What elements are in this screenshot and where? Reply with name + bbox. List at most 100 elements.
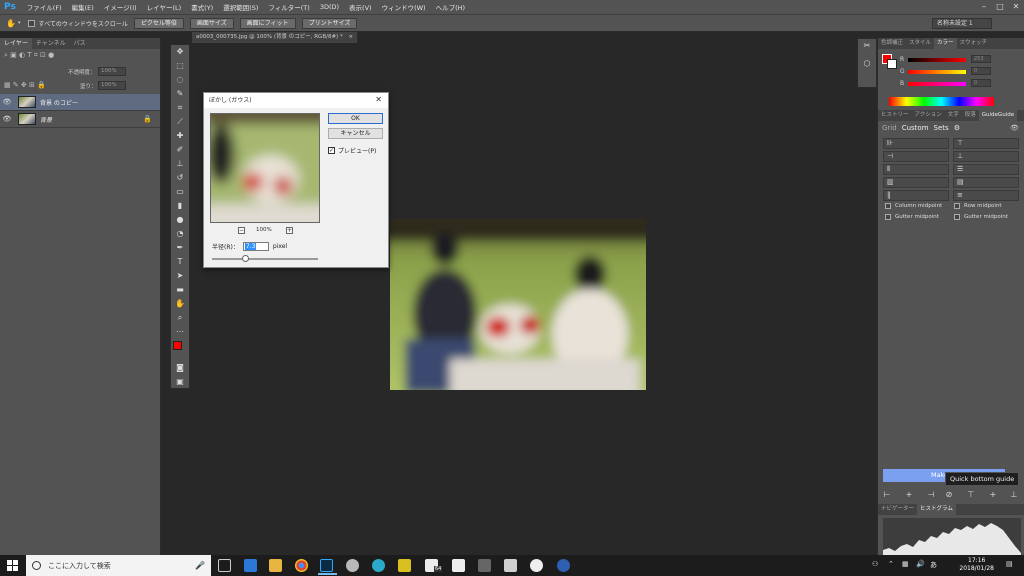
3d-cube-icon[interactable]: ⬡ (858, 57, 876, 71)
tab-navigator[interactable]: ナビゲーター (878, 504, 917, 515)
menu-view[interactable]: 表示(V) (344, 2, 377, 12)
file-explorer-icon[interactable] (269, 559, 282, 572)
app-icon-2[interactable] (372, 559, 385, 572)
tab-channels[interactable]: チャンネル (32, 38, 70, 49)
screen-mode-icon[interactable]: ▣ (171, 375, 189, 389)
system-clock[interactable]: 17:16 2018/01/28 (959, 557, 994, 573)
tab-layers[interactable]: レイヤー (0, 38, 32, 49)
visibility-eye-icon[interactable]: 👁 (0, 98, 14, 106)
quick-mask-icon[interactable]: ◙ (171, 361, 189, 375)
tab-actions[interactable]: アクション (912, 110, 945, 121)
tab-paragraph[interactable]: 段落 (962, 110, 979, 121)
menu-3d[interactable]: 3D(D) (315, 3, 344, 11)
app-icon-3[interactable] (398, 559, 411, 572)
g-value[interactable]: 0 (971, 67, 991, 75)
column-width-field[interactable]: ▥ (883, 177, 949, 188)
color-background-swatch[interactable] (887, 59, 897, 69)
tab-paths[interactable]: パス (70, 38, 90, 49)
quick-bottom-guide-icon[interactable]: ⊥ (1007, 490, 1021, 499)
microphone-icon[interactable]: 🎤 (195, 561, 205, 570)
history-brush-tool-icon[interactable]: ↺ (171, 171, 189, 185)
gradient-tool-icon[interactable]: ▮ (171, 199, 189, 213)
tab-history[interactable]: ヒストリー (878, 110, 912, 121)
tab-styles[interactable]: スタイル (906, 38, 934, 49)
hand-tool-icon[interactable]: ✋ (171, 297, 189, 311)
path-select-tool-icon[interactable]: ➤ (171, 269, 189, 283)
subtab-grid[interactable]: Grid (882, 124, 897, 132)
shape-tool-icon[interactable]: ▬ (171, 283, 189, 297)
row-gutter-field[interactable]: ≡ (953, 190, 1019, 201)
row-midpoint-check[interactable]: Row midpoint (954, 203, 1002, 209)
ok-button[interactable]: OK (328, 113, 383, 124)
blur-preview[interactable] (210, 113, 320, 223)
search-input[interactable]: ここに入力して検索 (48, 561, 195, 571)
photoshop-logo[interactable]: Ps (0, 2, 22, 12)
layer-filter-icons[interactable]: ⌕ ▣ ◐ T ⌗ ⊡ ● (4, 51, 54, 60)
radius-slider-handle[interactable] (241, 255, 249, 262)
quick-center-vertical-guide-icon[interactable]: + (902, 490, 916, 499)
brush-tool-icon[interactable]: ✐ (171, 143, 189, 157)
zoom-out-button[interactable]: − (238, 227, 245, 234)
quick-select-tool-icon[interactable]: ✎ (171, 87, 189, 101)
column-gutter-field[interactable]: ‖ (883, 190, 949, 201)
columns-field[interactable]: ⦀ (883, 164, 949, 175)
tab-color[interactable]: カラー (934, 38, 957, 49)
photos-icon[interactable] (452, 559, 465, 572)
quick-center-horizontal-guide-icon[interactable]: + (986, 490, 1000, 499)
quick-right-guide-icon[interactable]: ⊣ (924, 490, 938, 499)
lasso-tool-icon[interactable]: ◌ (171, 73, 189, 87)
people-icon[interactable]: ⚇ (872, 560, 878, 568)
r-slider[interactable] (908, 58, 966, 62)
tab-adjustments[interactable]: 色調補正 (878, 38, 906, 49)
healing-tool-icon[interactable]: ✚ (171, 129, 189, 143)
photoshop-taskbar-icon[interactable] (318, 559, 337, 575)
tab-character[interactable]: 文字 (945, 110, 962, 121)
preview-checkbox-row[interactable]: ✓ プレビュー(P) (328, 146, 376, 155)
workspace-select[interactable]: 名称未設定 1 (932, 18, 992, 29)
app-icon-7[interactable] (557, 559, 570, 572)
layer-row-background[interactable]: 👁 背景 🔒 (0, 111, 160, 128)
menu-edit[interactable]: 編集(E) (67, 2, 99, 12)
visibility-eye-icon[interactable]: 👁 (0, 115, 14, 123)
gutter-midpoint-check-1[interactable]: Gutter midpoint (885, 214, 939, 220)
zoom-tool-icon[interactable]: ⌕ (171, 311, 189, 325)
preview-checkbox[interactable]: ✓ (328, 147, 335, 154)
notification-icon[interactable]: ▤ (1006, 560, 1013, 568)
rows-field[interactable]: ☰ (953, 164, 1019, 175)
ime-indicator[interactable]: あ (930, 560, 937, 570)
crop-tool-icon[interactable]: ⌗ (171, 101, 189, 115)
canvas-image[interactable] (390, 219, 646, 390)
quick-top-guide-icon[interactable]: ⊤ (964, 490, 978, 499)
bottom-margin-field[interactable]: ⊥ (953, 151, 1019, 162)
dodge-tool-icon[interactable]: ◔ (171, 227, 189, 241)
fit-screen-button[interactable]: 画面サイズ (189, 17, 234, 29)
scroll-all-checkbox[interactable] (28, 19, 36, 27)
radius-input[interactable]: 7.3 (242, 242, 269, 251)
edge-icon[interactable] (244, 559, 257, 572)
tab-swatches[interactable]: スウォッチ (957, 38, 991, 49)
print-size-button[interactable]: プリントサイズ (301, 17, 358, 29)
menu-image[interactable]: イメージ(I) (99, 2, 142, 12)
g-slider[interactable] (908, 70, 966, 74)
tab-guideguide[interactable]: GuideGuide (978, 110, 1018, 121)
menu-help[interactable]: ヘルプ(H) (431, 2, 470, 12)
zoom-in-button[interactable]: + (286, 227, 293, 234)
fill-field[interactable]: 100% (98, 81, 126, 90)
subtab-sets[interactable]: Sets (934, 124, 949, 132)
menu-file[interactable]: ファイル(F) (22, 2, 67, 12)
pen-tool-icon[interactable]: ✒ (171, 241, 189, 255)
menu-type[interactable]: 書式(Y) (186, 2, 218, 12)
fill-screen-button[interactable]: 画面にフィット (239, 17, 296, 29)
color-swatches[interactable] (171, 339, 189, 361)
tray-chevron-icon[interactable]: ⌃ (888, 560, 894, 568)
app-icon-6[interactable] (530, 559, 543, 572)
app-icon-5[interactable] (504, 559, 517, 572)
gutter-midpoint-check-2[interactable]: Gutter midpoint (954, 214, 1008, 220)
document-tab[interactable]: a0003_000735.jpg @ 100% (背景 のコピー, RGB/8#… (192, 32, 358, 43)
menu-filter[interactable]: フィルター(T) (263, 2, 314, 12)
close-document-icon[interactable]: × (348, 34, 353, 40)
network-icon[interactable]: ▦ (902, 560, 909, 568)
edit-toolbar-icon[interactable]: ⋯ (171, 325, 189, 339)
taskbar-search[interactable]: ここに入力して検索 🎤 (26, 555, 211, 576)
minimize-icon[interactable]: – (976, 0, 992, 14)
